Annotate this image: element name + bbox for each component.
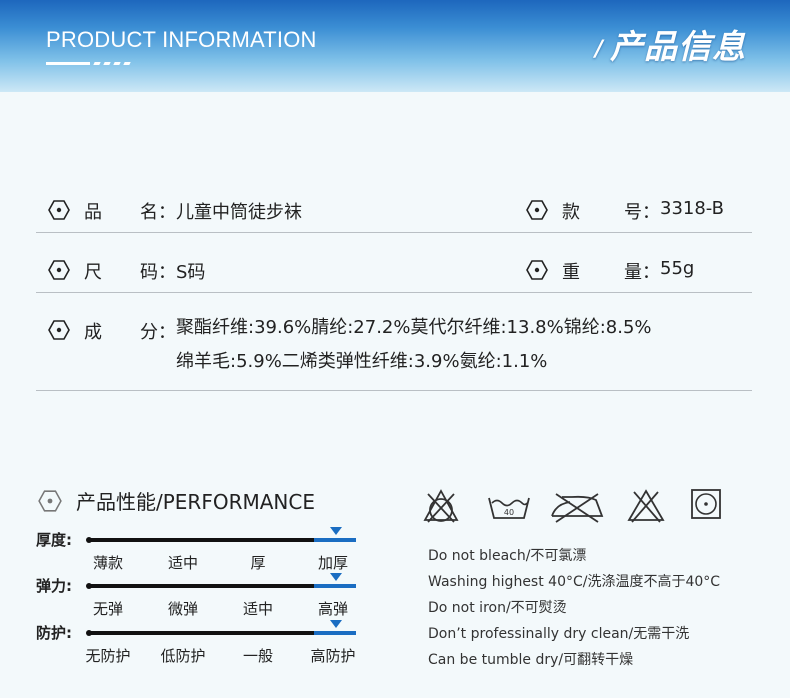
hexagon-icon bbox=[48, 200, 70, 220]
composition-line-1: 聚酯纤维:39.6%腈纶:27.2%莫代尔纤维:13.8%锦纶:8.5% bbox=[176, 317, 652, 338]
performance-title: 产品性能/PERFORMANCE bbox=[38, 486, 315, 515]
protection-option: 一般 bbox=[242, 647, 273, 665]
info-row-composition: 成 分： 聚酯纤维:39.6%腈纶:27.2%莫代尔纤维:13.8%锦纶:8.5… bbox=[36, 292, 752, 391]
thickness-option: 厚 bbox=[250, 554, 266, 572]
size-label-a: 尺 bbox=[84, 262, 102, 283]
care-icons-row: 40 bbox=[420, 488, 730, 524]
style-number-label-b: 号 bbox=[624, 202, 642, 223]
protection-option: 低防护 bbox=[160, 647, 206, 665]
thickness-bar bbox=[86, 527, 356, 543]
hexagon-icon bbox=[526, 260, 548, 280]
elasticity-label: 弹力: bbox=[36, 577, 72, 595]
product-name-value: 儿童中筒徒步袜 bbox=[176, 202, 302, 223]
thickness-option: 薄款 bbox=[92, 554, 123, 572]
weight-label-b: 量 bbox=[624, 262, 642, 283]
no-dry-clean-icon bbox=[627, 489, 665, 523]
elasticity-option: 适中 bbox=[242, 600, 273, 618]
elasticity-option: 无弹 bbox=[92, 600, 123, 618]
hexagon-icon bbox=[38, 490, 62, 512]
composition-sep: ： bbox=[158, 322, 176, 343]
weight-value: 55g bbox=[660, 258, 695, 279]
weight-label-a: 重 bbox=[562, 262, 580, 283]
composition-label-a: 成 bbox=[84, 322, 102, 343]
care-instruction: Do not iron/不可熨烫 bbox=[428, 600, 567, 616]
elasticity-bar bbox=[86, 573, 356, 589]
style-number-sep: ： bbox=[642, 202, 660, 223]
no-iron-icon bbox=[551, 493, 604, 523]
elasticity-option: 微弹 bbox=[167, 600, 198, 618]
composition-label-b: 分 bbox=[140, 322, 158, 343]
care-instruction: Washing highest 40°C/洗涤温度不高于40°C bbox=[428, 574, 721, 590]
header-slash: / bbox=[594, 37, 604, 62]
protection-selected-segment bbox=[314, 631, 356, 635]
thickness-marker-icon bbox=[330, 527, 342, 535]
header-banner: PRODUCT INFORMATION / 产品信息 bbox=[0, 0, 790, 92]
product-name-sep: ： bbox=[158, 202, 176, 223]
header-title-en: PRODUCT INFORMATION bbox=[46, 27, 317, 52]
info-row-name-style: 品 名：儿童中筒徒步袜 款 号： 3318-B bbox=[36, 184, 752, 233]
hexagon-icon bbox=[48, 260, 70, 280]
elasticity-marker-icon bbox=[330, 573, 342, 581]
care-instruction: Can be tumble dry/可翻转干燥 bbox=[428, 652, 634, 668]
protection-label: 防护: bbox=[36, 624, 72, 642]
header-underline bbox=[46, 62, 131, 66]
composition-line-2: 绵羊毛:5.9%二烯类弹性纤维:3.9%氨纶:1.1% bbox=[176, 351, 548, 372]
protection-option: 无防护 bbox=[85, 647, 131, 665]
no-bleach-icon bbox=[423, 489, 459, 523]
performance-title-text: 产品性能/PERFORMANCE bbox=[76, 490, 315, 514]
product-name-field: 品 名：儿童中筒徒步袜 bbox=[48, 198, 302, 224]
thickness-option: 适中 bbox=[167, 554, 198, 572]
thickness-option-selected: 加厚 bbox=[317, 554, 348, 572]
elasticity-selected-segment bbox=[314, 584, 356, 588]
size-value: S码 bbox=[176, 262, 206, 283]
thickness-selected-segment bbox=[314, 538, 356, 542]
header-title-cn-text: 产品信息 bbox=[610, 27, 746, 66]
size-sep: ： bbox=[158, 262, 176, 283]
weight-sep: ： bbox=[642, 262, 660, 283]
wash-temp-label: 40 bbox=[504, 508, 514, 517]
care-instruction: Don’t professinally dry clean/无需干洗 bbox=[428, 626, 690, 642]
style-number-label-a: 款 bbox=[562, 202, 580, 223]
size-label-b: 码 bbox=[140, 262, 158, 283]
product-name-label-b: 名 bbox=[140, 202, 158, 223]
protection-marker-icon bbox=[330, 620, 342, 628]
elasticity-option-selected: 高弹 bbox=[317, 600, 348, 618]
wash-40-icon: 40 bbox=[488, 497, 530, 519]
care-instruction: Do not bleach/不可氯漂 bbox=[428, 548, 587, 564]
hexagon-icon bbox=[526, 200, 548, 220]
style-number-value: 3318-B bbox=[660, 198, 725, 219]
protection-option-selected: 高防护 bbox=[310, 647, 356, 665]
product-name-label-a: 品 bbox=[84, 202, 102, 223]
weight-field: 重 量： 55g bbox=[526, 258, 694, 284]
info-row-size-weight: 尺 码： S码 重 量： 55g bbox=[36, 232, 752, 293]
composition-field: 成 分： 聚酯纤维:39.6%腈纶:27.2%莫代尔纤维:13.8%锦纶:8.5… bbox=[48, 317, 652, 379]
hexagon-icon bbox=[48, 320, 70, 340]
size-field: 尺 码： S码 bbox=[48, 258, 205, 284]
style-number-field: 款 号： 3318-B bbox=[526, 198, 724, 224]
tumble-dry-icon bbox=[691, 489, 721, 519]
header-title-cn: / 产品信息 bbox=[595, 20, 746, 68]
thickness-label: 厚度: bbox=[36, 531, 72, 549]
protection-bar bbox=[86, 620, 356, 636]
